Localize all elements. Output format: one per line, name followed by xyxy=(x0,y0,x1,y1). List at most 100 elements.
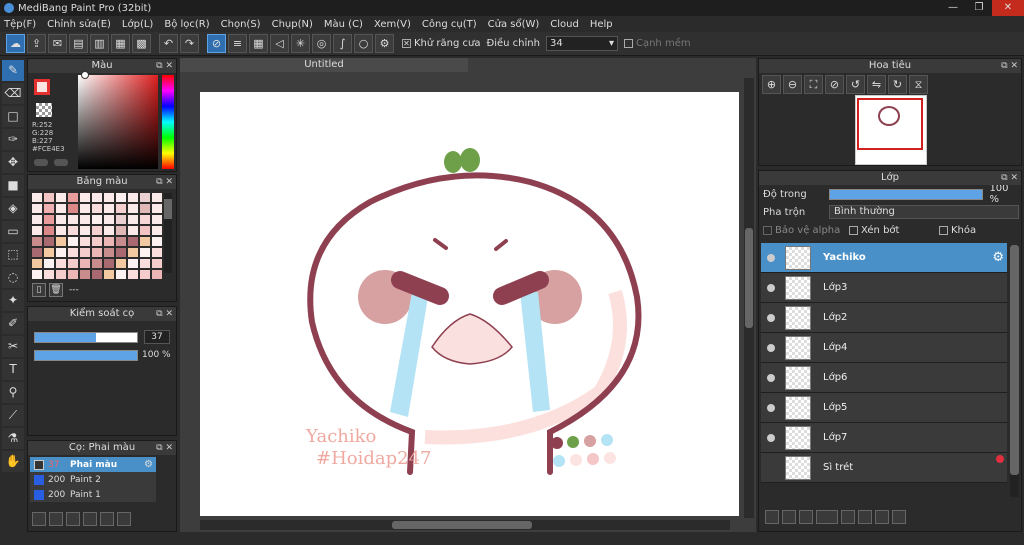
palette-swatch[interactable] xyxy=(104,237,114,246)
panel-close-icon[interactable]: ⧉ ✕ xyxy=(156,175,173,189)
panel-close-icon[interactable]: ⧉ ✕ xyxy=(1001,59,1018,73)
palette-swatch[interactable] xyxy=(104,193,114,202)
snap-curve-icon[interactable]: ∫ xyxy=(333,34,352,53)
antialias-checkbox[interactable]: ✕ xyxy=(402,39,411,48)
snap-vanish-icon[interactable]: ◁ xyxy=(270,34,289,53)
mirror-icon[interactable]: ⧖ xyxy=(909,75,928,94)
palette-swatch[interactable] xyxy=(152,204,162,213)
protect-alpha-checkbox[interactable] xyxy=(763,225,772,235)
panel-close-icon[interactable]: ⧉ ✕ xyxy=(156,307,173,321)
palette-swatch[interactable] xyxy=(128,270,138,279)
eyedropper-tool-icon[interactable]: ⚗ xyxy=(2,428,24,449)
adjust-select[interactable]: 34 xyxy=(545,36,618,51)
palette-swatch[interactable] xyxy=(140,259,150,268)
rotate-right-icon[interactable]: ↻ xyxy=(888,75,907,94)
new-8bit-layer-icon[interactable] xyxy=(799,510,813,524)
palette-swatch[interactable] xyxy=(44,226,54,235)
layer-row[interactable]: Lớp5 xyxy=(761,393,1007,423)
palette-swatch[interactable] xyxy=(56,215,66,224)
duplicate-layer-icon[interactable] xyxy=(858,510,872,524)
palette-swatch[interactable] xyxy=(92,193,102,202)
palette-swatch[interactable] xyxy=(32,237,42,246)
palette-swatch[interactable] xyxy=(92,226,102,235)
redo-icon[interactable]: ↷ xyxy=(180,34,199,53)
palette-swatch[interactable] xyxy=(152,226,162,235)
chat-icon[interactable]: ✉ xyxy=(48,34,67,53)
magic-wand-icon[interactable]: ✦ xyxy=(2,290,24,311)
palette-swatch[interactable] xyxy=(80,237,90,246)
palette-swatch[interactable] xyxy=(32,193,42,202)
flip-icon[interactable]: ⇋ xyxy=(867,75,886,94)
palette-swatch[interactable] xyxy=(140,248,150,257)
palette-swatch[interactable] xyxy=(80,259,90,268)
palette-swatch[interactable] xyxy=(92,204,102,213)
layer-row[interactable]: Sì trét xyxy=(761,453,1007,483)
palette-swatch[interactable] xyxy=(128,259,138,268)
palette-swatch[interactable] xyxy=(128,226,138,235)
visibility-icon[interactable] xyxy=(767,253,775,262)
primary-color-swatch[interactable] xyxy=(34,79,50,95)
palette-swatch[interactable] xyxy=(80,193,90,202)
brush-size-slider[interactable] xyxy=(34,332,138,343)
palette-swatch[interactable] xyxy=(128,193,138,202)
delete-layer-icon[interactable] xyxy=(892,510,906,524)
palette-swatch[interactable] xyxy=(116,226,126,235)
cloud-icon[interactable]: ☁ xyxy=(6,34,25,53)
select-eraser-icon[interactable]: ✂ xyxy=(2,336,24,357)
merge-layer-icon[interactable] xyxy=(875,510,889,524)
menu-layer[interactable]: Lớp(L) xyxy=(122,19,153,30)
gear-icon[interactable]: ⚙ xyxy=(992,250,1004,265)
move-tool-icon[interactable]: ✥ xyxy=(2,152,24,173)
palette-swatch[interactable] xyxy=(32,248,42,257)
layer-row[interactable]: Lớp6 xyxy=(761,363,1007,393)
palette-swatch[interactable] xyxy=(44,259,54,268)
select-tool-icon[interactable]: ⬚ xyxy=(2,244,24,265)
palette-swatch[interactable] xyxy=(92,237,102,246)
new-halftone-layer-icon[interactable] xyxy=(782,510,796,524)
canvas-horizontal-scrollbar[interactable] xyxy=(200,520,730,530)
palette-swatch[interactable] xyxy=(68,215,78,224)
palette-swatch[interactable] xyxy=(68,193,78,202)
palette-swatch[interactable] xyxy=(56,248,66,257)
palette-scrollbar[interactable] xyxy=(164,193,172,273)
snap-settings-icon[interactable]: ⚙ xyxy=(375,34,394,53)
menu-tools[interactable]: Công cụ(T) xyxy=(422,19,477,30)
palette-swatch[interactable] xyxy=(152,248,162,257)
palette-swatch[interactable] xyxy=(80,204,90,213)
panel-close-icon[interactable]: ⧉ ✕ xyxy=(1001,171,1018,185)
color-swap-button[interactable] xyxy=(54,159,68,166)
palette-swatch[interactable] xyxy=(44,215,54,224)
palette-swatch[interactable] xyxy=(80,270,90,279)
palette-swatch[interactable] xyxy=(140,215,150,224)
palette-swatch[interactable] xyxy=(56,237,66,246)
fill-rect-tool-icon[interactable]: ■ xyxy=(2,175,24,196)
layer-row[interactable]: Lớp2 xyxy=(761,303,1007,333)
palette-swatch[interactable] xyxy=(68,226,78,235)
zoom-out-icon[interactable]: ⊖ xyxy=(783,75,802,94)
palette-swatch[interactable] xyxy=(80,226,90,235)
palette-swatch[interactable] xyxy=(92,215,102,224)
brush-item[interactable]: 37 Phai màu ⚙ xyxy=(30,457,156,472)
palette-swatch[interactable] xyxy=(116,193,126,202)
brush-duplicate-icon[interactable] xyxy=(117,512,131,526)
palette-swatch[interactable] xyxy=(80,248,90,257)
brush-cloud-icon[interactable] xyxy=(83,512,97,526)
brush-folder-icon[interactable] xyxy=(100,512,114,526)
palette-swatch[interactable] xyxy=(128,215,138,224)
canvas-vertical-scrollbar[interactable] xyxy=(744,78,754,518)
palette-swatch[interactable] xyxy=(80,215,90,224)
hand-tool-icon[interactable]: ✋ xyxy=(2,451,24,472)
tab-untitled[interactable]: Untitled xyxy=(180,58,468,72)
palette-swatch[interactable] xyxy=(104,270,114,279)
hue-slider[interactable] xyxy=(162,75,174,169)
menu-help[interactable]: Help xyxy=(590,19,613,30)
soft-edge-checkbox[interactable] xyxy=(623,39,633,48)
navigator-preview[interactable] xyxy=(855,95,927,165)
dot-tool-icon[interactable]: ✑ xyxy=(2,129,24,150)
palette-swatch[interactable] xyxy=(32,270,42,279)
palette-swatch[interactable] xyxy=(92,248,102,257)
menu-file[interactable]: Tệp(F) xyxy=(4,19,36,30)
palette-swatch[interactable] xyxy=(56,204,66,213)
palette-swatch-grid[interactable] xyxy=(28,189,176,283)
palette-swatch[interactable] xyxy=(116,259,126,268)
